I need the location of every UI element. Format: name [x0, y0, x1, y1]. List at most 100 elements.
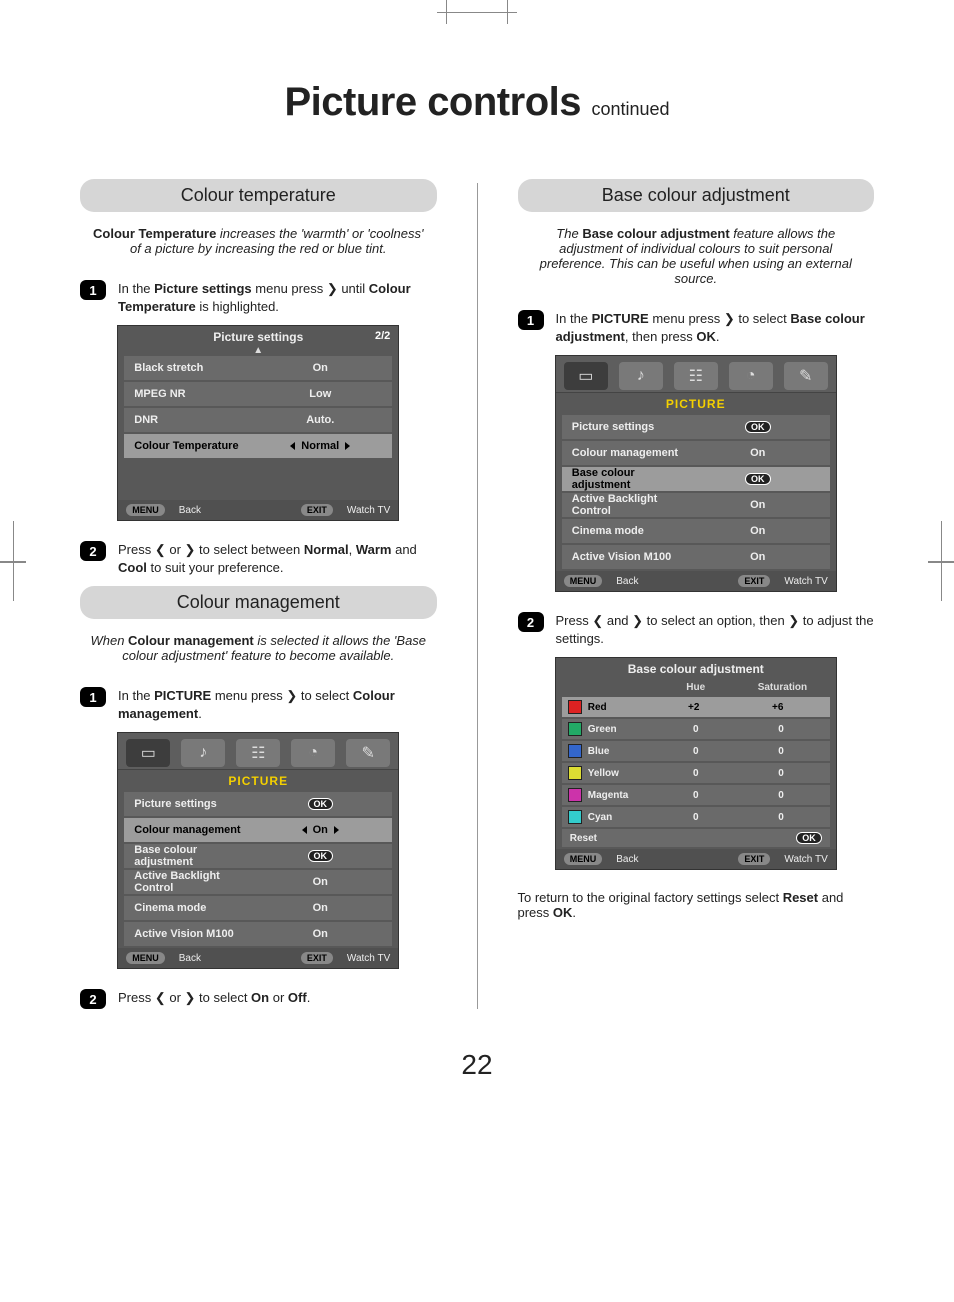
- hue-value: +2: [652, 702, 736, 713]
- osd-row[interactable]: Active Backlight ControlOn: [562, 493, 830, 517]
- osd-row[interactable]: Base colour adjustment OK: [562, 467, 830, 491]
- osd-row-value: On: [258, 824, 382, 836]
- osd-row[interactable]: Picture settingsOK: [562, 415, 830, 439]
- bca-row[interactable]: Cyan00: [562, 807, 830, 827]
- osd-row-label: Base colour adjustment: [572, 467, 696, 491]
- colour-name: Blue: [588, 746, 610, 757]
- osd-row-value: On: [696, 447, 820, 459]
- colour-swatch: [568, 788, 582, 802]
- osd-row[interactable]: Colour managementOn: [562, 441, 830, 465]
- section-heading-colour-management: Colour management: [80, 586, 437, 619]
- osd-row[interactable]: Active Vision M100On: [562, 545, 830, 569]
- footer-back-label: Back: [616, 854, 638, 865]
- feature-tab-icon[interactable]: ☷: [236, 739, 280, 767]
- step-number-icon: 1: [80, 687, 106, 707]
- step-text: Press ❮ or ❯ to select On or Off.: [118, 989, 310, 1007]
- osd-row[interactable]: Base colour adjustmentOK: [124, 844, 392, 868]
- reset-row[interactable]: Reset OK: [562, 829, 830, 847]
- exit-button-icon[interactable]: EXIT: [301, 952, 333, 964]
- step-text: In the Picture settings menu press ❯ unt…: [118, 280, 437, 315]
- bca-row[interactable]: Green00: [562, 719, 830, 739]
- sound-tab-icon[interactable]: ♪: [181, 739, 225, 767]
- osd-row[interactable]: DNRAuto.: [124, 408, 392, 432]
- osd-row[interactable]: Active Vision M100On: [124, 922, 392, 946]
- bca-row[interactable]: Yellow00: [562, 763, 830, 783]
- step-number-icon: 2: [80, 989, 106, 1009]
- sound-tab-icon[interactable]: ♪: [619, 362, 663, 390]
- osd-row-label: Active Backlight Control: [134, 870, 258, 894]
- osd-row-value: OK: [258, 798, 382, 810]
- col-header-sat: Saturation: [739, 682, 826, 693]
- osd-row-label: Colour management: [572, 447, 696, 459]
- osd-row-value: Auto.: [258, 414, 382, 426]
- osd-row-label: Colour Temperature: [134, 440, 258, 452]
- bca-row[interactable]: Red+2+6: [562, 697, 830, 717]
- osd-row-label: Base colour adjustment: [134, 844, 258, 868]
- osd-row[interactable]: MPEG NRLow: [124, 382, 392, 406]
- colour-swatch: [568, 766, 582, 780]
- crop-mark: [928, 531, 954, 591]
- colour-swatch: [568, 722, 582, 736]
- osd-title: Picture settings: [213, 330, 303, 344]
- step-text: In the PICTURE menu press ❯ to select Ba…: [556, 310, 875, 345]
- osd-row-value: On: [696, 551, 820, 563]
- osd-picture-menu-right: ▭ ♪ ☷ ◔ ✎ PICTURE Picture settingsOKColo…: [555, 355, 837, 592]
- intro-colour-management: When Colour management is selected it al…: [80, 633, 437, 677]
- sat-value: 0: [738, 790, 823, 801]
- colour-swatch: [568, 744, 582, 758]
- timer-tab-icon[interactable]: ◔: [729, 362, 773, 390]
- osd-row[interactable]: Active Backlight ControlOn: [124, 870, 392, 894]
- colour-swatch: [568, 810, 582, 824]
- osd-row-value: Normal: [258, 440, 382, 452]
- menu-button-icon[interactable]: MENU: [564, 575, 603, 587]
- osd-row-label: Picture settings: [572, 421, 696, 433]
- step-number-icon: 2: [80, 541, 106, 561]
- picture-tab-icon[interactable]: ▭: [126, 739, 170, 767]
- osd-title: Base colour adjustment: [628, 662, 764, 676]
- page-number: 22: [80, 1049, 874, 1081]
- exit-button-icon[interactable]: EXIT: [738, 853, 770, 865]
- colour-name: Yellow: [588, 768, 619, 779]
- osd-row[interactable]: Cinema modeOn: [562, 519, 830, 543]
- title-sub: continued: [591, 99, 669, 119]
- menu-button-icon[interactable]: MENU: [126, 952, 165, 964]
- ok-icon: OK: [308, 798, 334, 810]
- section-heading-colour-temperature: Colour temperature: [80, 179, 437, 212]
- ok-icon: OK: [745, 473, 771, 485]
- osd-row-label: Active Vision M100: [572, 551, 696, 563]
- hue-value: 0: [653, 768, 738, 779]
- osd-row[interactable]: Cinema modeOn: [124, 896, 392, 920]
- feature-tab-icon[interactable]: ☷: [674, 362, 718, 390]
- picture-tab-icon[interactable]: ▭: [564, 362, 608, 390]
- osd-row[interactable]: Picture settingsOK: [124, 792, 392, 816]
- osd-row-value: OK: [258, 850, 382, 862]
- osd-rows: Picture settingsOKColour managementOnBas…: [556, 415, 836, 569]
- footer-back-label: Back: [616, 576, 638, 587]
- setup-tab-icon[interactable]: ✎: [784, 362, 828, 390]
- colour-name: Cyan: [588, 812, 612, 823]
- osd-picture-menu-left: ▭ ♪ ☷ ◔ ✎ PICTURE Picture settingsOKColo…: [117, 732, 399, 969]
- osd-row[interactable]: Black stretchOn: [124, 356, 392, 380]
- footer-exit-label: Watch TV: [784, 576, 827, 587]
- title-main: Picture controls: [284, 80, 581, 124]
- osd-row[interactable]: Colour TemperatureNormal: [124, 434, 392, 458]
- timer-tab-icon[interactable]: ◔: [291, 739, 335, 767]
- exit-button-icon[interactable]: EXIT: [301, 504, 333, 516]
- menu-button-icon[interactable]: MENU: [126, 504, 165, 516]
- setup-tab-icon[interactable]: ✎: [346, 739, 390, 767]
- arrow-right-icon: [345, 442, 350, 450]
- bca-row[interactable]: Magenta00: [562, 785, 830, 805]
- section-heading-base-colour: Base colour adjustment: [518, 179, 875, 212]
- exit-button-icon[interactable]: EXIT: [738, 575, 770, 587]
- footer-exit-label: Watch TV: [347, 505, 390, 516]
- osd-row-label: Cinema mode: [134, 902, 258, 914]
- footer-back-label: Back: [179, 505, 201, 516]
- osd-row-value: On: [696, 525, 820, 537]
- osd-row-value: On: [258, 362, 382, 374]
- osd-row-label: Colour management: [134, 824, 258, 836]
- osd-row[interactable]: Colour managementOn: [124, 818, 392, 842]
- bca-row[interactable]: Blue00: [562, 741, 830, 761]
- osd-base-colour-adjustment: Base colour adjustment Hue Saturation Re…: [555, 657, 837, 870]
- menu-button-icon[interactable]: MENU: [564, 853, 603, 865]
- footer-exit-label: Watch TV: [347, 953, 390, 964]
